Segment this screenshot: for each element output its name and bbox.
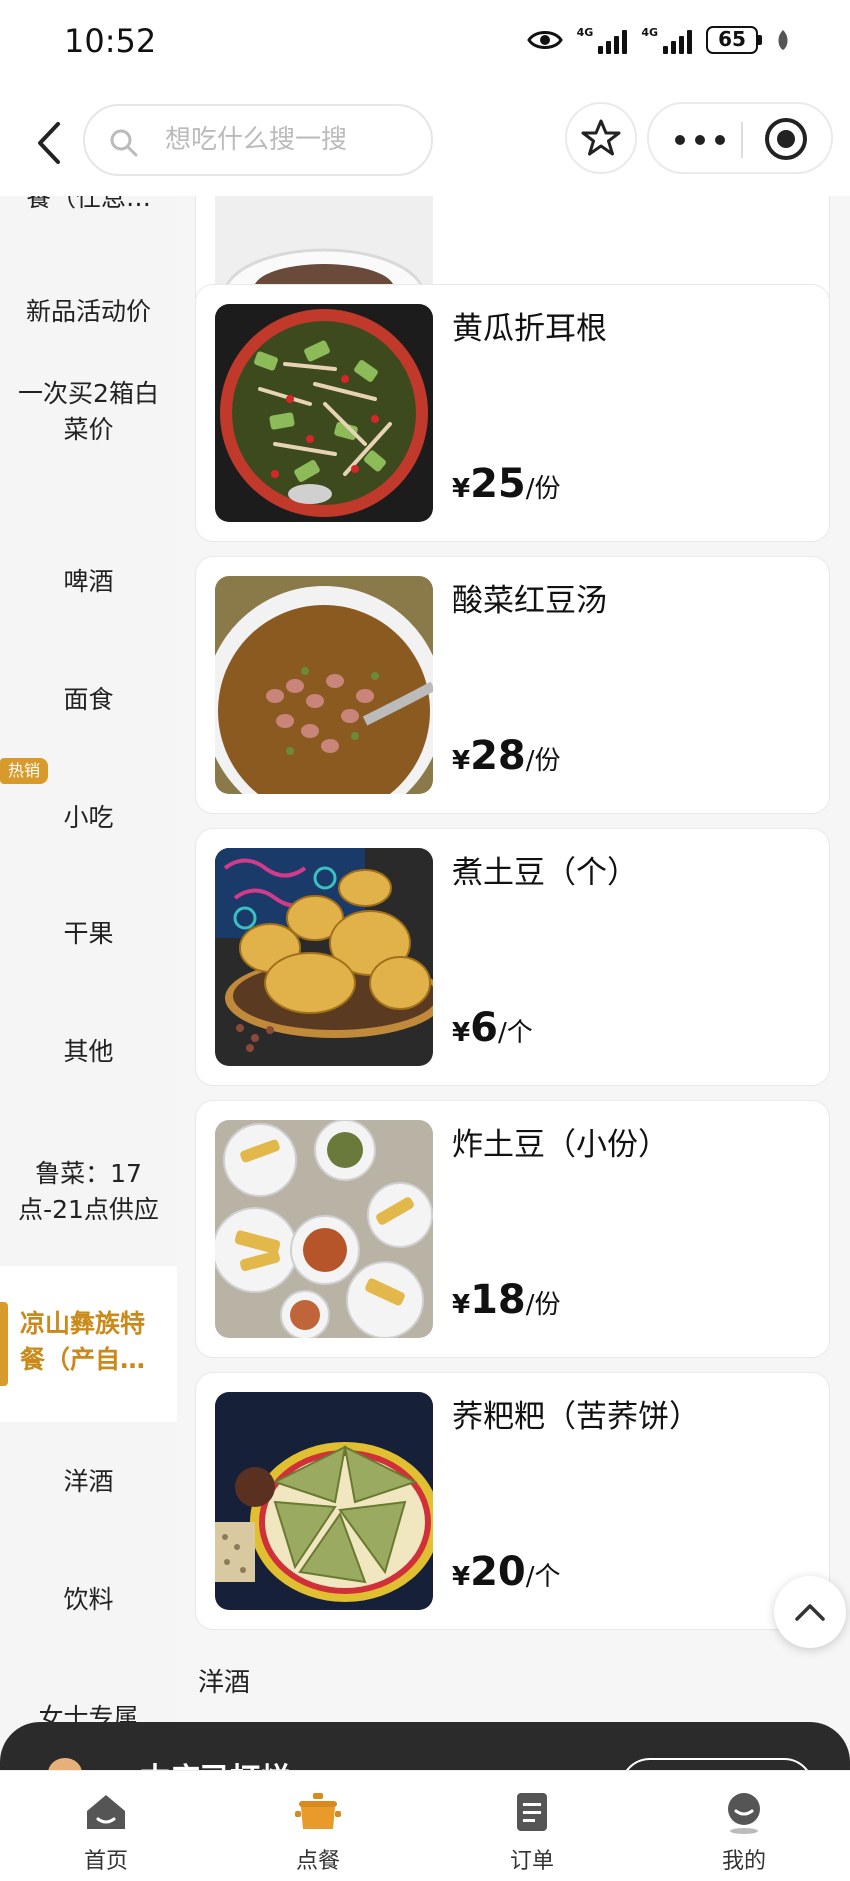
active-indicator: [0, 1302, 8, 1386]
sidebar-item-label: 餐（仕息…: [25, 196, 151, 212]
leaf-icon: [778, 30, 788, 50]
sidebar-item[interactable]: 干果: [0, 916, 177, 952]
section-header: 洋酒: [198, 1668, 251, 1698]
sidebar-item-label: 面食: [63, 685, 114, 714]
product-image: [215, 304, 433, 522]
battery-icon: 65: [706, 26, 762, 54]
tab-label: 我的: [721, 1849, 766, 1874]
product-card[interactable]: 炸土豆（小份） ¥18/份: [195, 1100, 830, 1358]
miniprogram-capsule: [647, 102, 833, 174]
nav-bar: [0, 86, 850, 196]
home-icon: [87, 1795, 125, 1829]
sidebar-item-label: 凉山彝族特餐（产自…: [20, 1309, 146, 1374]
tab-order-food[interactable]: 点餐: [212, 1771, 424, 1881]
product-price: ¥20/个: [452, 1549, 561, 1595]
tab-profile[interactable]: 我的: [638, 1771, 850, 1881]
search-input[interactable]: [165, 120, 415, 160]
sidebar-item-label: 饮料: [63, 1585, 114, 1614]
product-price: ¥28/份: [452, 733, 561, 779]
tab-label: 首页: [83, 1849, 128, 1874]
tab-label: 点餐: [295, 1849, 340, 1874]
star-icon: [581, 119, 621, 156]
sidebar-item[interactable]: 饮料: [0, 1582, 177, 1618]
product-image: [215, 848, 433, 1066]
sidebar-item-label: 啤酒: [63, 567, 114, 596]
product-card[interactable]: 酸菜红豆汤 ¥28/份: [195, 556, 830, 814]
app-screen: 10:52 4G 4G 65 想吃什么搜一搜 餐（仕息… 新品活动价 一次买2箱…: [0, 0, 850, 1881]
product-price: ¥6/个: [452, 1005, 533, 1051]
product-card[interactable]: 煮土豆（个） ¥6/个: [195, 828, 830, 1086]
signal-icon-2: 4G: [641, 26, 692, 54]
product-name: 炸土豆（小份）: [452, 1127, 669, 1163]
sidebar-item[interactable]: 洋酒: [0, 1464, 177, 1500]
sidebar-item[interactable]: 小吃: [0, 800, 177, 836]
product-name: 煮土豆（个）: [452, 855, 638, 891]
product-image: [215, 576, 433, 794]
tab-home[interactable]: 首页: [0, 1771, 212, 1881]
sidebar-item[interactable]: 鲁菜：17点-21点供应: [0, 1156, 177, 1228]
bottom-tab-bar: 首页 点餐 订单 我的: [0, 1770, 850, 1881]
search-icon: [110, 129, 138, 157]
more-options-icon[interactable]: [675, 130, 735, 150]
product-name: 酸菜红豆汤: [452, 583, 607, 619]
sidebar-item[interactable]: 餐（仕息…: [0, 196, 177, 216]
status-time: 10:52: [64, 22, 157, 60]
network-type-label: 4G: [576, 26, 594, 39]
sidebar-item[interactable]: 一次买2箱白菜价: [0, 376, 177, 448]
sidebar-item-label: 小吃: [63, 803, 114, 832]
favorite-button[interactable]: [565, 102, 637, 174]
product-list: ¥138/份: [177, 196, 850, 1766]
product-name: 荞粑粑（苦荞饼）: [452, 1399, 700, 1435]
eye-icon: [526, 31, 563, 49]
profile-icon: [728, 1793, 760, 1834]
product-card[interactable]: 荞粑粑（苦荞饼） ¥20/个: [195, 1372, 830, 1630]
back-arrow-icon[interactable]: [30, 118, 70, 168]
scroll-to-top-button[interactable]: [774, 1576, 846, 1648]
sidebar-item[interactable]: 面食: [0, 682, 177, 718]
sidebar-item-label: 鲁菜：17点-21点供应: [18, 1159, 159, 1224]
category-sidebar: 餐（仕息… 新品活动价 一次买2箱白菜价 啤酒 面食 热销 小吃 干果 其他 鲁…: [0, 196, 177, 1766]
product-name: 黄瓜折耳根: [452, 311, 607, 347]
product-price: ¥18/份: [452, 1277, 561, 1323]
close-miniprogram-icon[interactable]: [765, 118, 807, 160]
tab-orders[interactable]: 订单: [426, 1771, 638, 1881]
status-icons: 4G 4G 65: [526, 26, 790, 54]
tab-label: 订单: [509, 1849, 554, 1874]
status-bar: 10:52 4G 4G 65: [0, 0, 850, 86]
network-type-label-2: 4G: [641, 26, 658, 39]
sidebar-item-active[interactable]: 凉山彝族特餐（产自…: [0, 1266, 177, 1422]
sidebar-item[interactable]: 新品活动价: [0, 294, 177, 330]
product-price: ¥25/份: [452, 461, 561, 507]
hot-badge: 热销: [0, 758, 48, 784]
chevron-up-icon: [795, 1604, 825, 1621]
product-image: [215, 1120, 433, 1338]
product-image: [215, 1392, 433, 1610]
pot-icon: [295, 1793, 341, 1829]
sidebar-item-label: 新品活动价: [25, 297, 151, 326]
signal-icon: 4G: [577, 26, 628, 54]
product-card[interactable]: 黄瓜折耳根 ¥25/份: [195, 284, 830, 542]
sidebar-item[interactable]: 啤酒: [0, 564, 177, 600]
battery-level: 65: [706, 26, 758, 54]
sidebar-item-label: 洋酒: [63, 1467, 114, 1496]
sidebar-item[interactable]: 其他: [0, 1034, 177, 1070]
sidebar-item-label: 其他: [63, 1037, 114, 1066]
sidebar-item-label: 干果: [63, 919, 114, 948]
sidebar-item-label: 一次买2箱白菜价: [18, 379, 159, 444]
order-list-icon: [517, 1793, 547, 1831]
search-box[interactable]: [83, 104, 433, 176]
